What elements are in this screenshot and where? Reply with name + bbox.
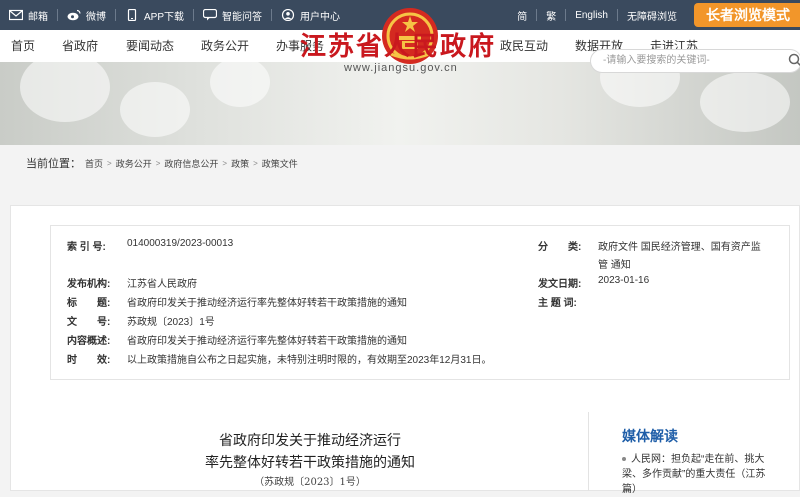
chat-icon: [203, 9, 218, 21]
banner-decoration: [700, 72, 790, 132]
breadcrumb-item-gov-affairs[interactable]: 政务公开: [116, 157, 152, 170]
site-url: www.jiangsu.gov.cn: [344, 62, 458, 74]
media-interpretation-heading: 媒体解读: [622, 428, 678, 444]
article-title: 省政府印发关于推动经济运行 率先整体好转若干政策措施的通知: [165, 430, 455, 474]
validity-value: 以上政策措施自公布之日起实施，未特别注明时限的，有效期至2023年12月31日。: [127, 355, 492, 366]
simplified-chinese-link[interactable]: 简: [508, 0, 536, 30]
media-item[interactable]: 人民网：担负起“走在前、挑大梁、多作贡献”的重大责任（江苏篇）: [622, 452, 772, 497]
accessible-label: 无障碍浏览: [627, 11, 677, 23]
smart-qa-label: 智能问答: [222, 11, 263, 23]
nav-interaction[interactable]: 政民互动: [500, 30, 548, 62]
user-icon: [281, 9, 295, 21]
title-label: 标 题:: [67, 298, 111, 309]
mail-icon: [9, 9, 23, 21]
nav-provincial-gov[interactable]: 省政府: [62, 30, 98, 62]
subject-label: 主 题 词:: [538, 298, 577, 309]
article-title-line2: 率先整体好转若干政策措施的通知: [205, 455, 415, 471]
app-download-link[interactable]: APP下载: [116, 0, 193, 30]
index-value: 014000319/2023-00013: [127, 238, 234, 249]
phone-icon: [127, 9, 137, 21]
breadcrumb-item-policy[interactable]: 政策: [231, 157, 249, 170]
site-title[interactable]: 江苏省人民政府: [300, 26, 496, 63]
weibo-icon: [67, 9, 81, 21]
english-label: English: [575, 9, 608, 21]
date-value: 2023-01-16: [598, 275, 650, 286]
traditional-chinese-link[interactable]: 繁: [537, 0, 565, 30]
smart-qa-link[interactable]: 智能问答: [194, 0, 271, 30]
bullet-icon: [622, 457, 626, 462]
index-label: 索 引 号:: [67, 242, 106, 253]
category-value-line2: 管 通知: [598, 260, 631, 271]
topbar-right: 简 繁 English 无障碍浏览 长者浏览模式: [508, 0, 800, 30]
app-download-label: APP下载: [144, 11, 185, 23]
simplified-label: 简: [517, 11, 528, 23]
breadcrumb: 当前位置： 首页 > 政务公开 > 政府信息公开 > 政策 > 政策文件: [0, 153, 800, 173]
column-divider: [588, 412, 589, 491]
header-banner: [0, 62, 800, 145]
summary-value: 省政府印发关于推动经济运行率先整体好转若干政策措施的通知: [127, 336, 407, 347]
breadcrumb-item-gov-info[interactable]: 政府信息公开: [164, 157, 218, 170]
doc-number-value: 苏政规〔2023〕1号: [127, 317, 215, 328]
nav-home[interactable]: 首页: [11, 30, 35, 62]
document-metadata: 索 引 号: 014000319/2023-00013 分 类: 政府文件 国民…: [50, 225, 790, 380]
breadcrumb-item-home[interactable]: 首页: [85, 157, 103, 170]
media-item-text: 人民网：担负起“走在前、挑大梁、多作贡献”的重大责任（江苏篇）: [622, 454, 766, 495]
traditional-label: 繁: [546, 11, 557, 23]
user-center-label: 用户中心: [300, 11, 341, 23]
article-title-line1: 省政府印发关于推动经济运行: [219, 433, 401, 449]
breadcrumb-item-policy-docs[interactable]: 政策文件: [262, 157, 298, 170]
accessible-browsing-link[interactable]: 无障碍浏览: [618, 0, 686, 30]
mailbox-link[interactable]: 邮箱: [0, 0, 57, 30]
weibo-link[interactable]: 微博: [58, 0, 115, 30]
summary-label: 内容概述:: [67, 336, 111, 347]
elder-mode-label: 长者浏览模式: [706, 7, 790, 23]
breadcrumb-separator-icon: >: [107, 158, 112, 168]
elder-mode-button[interactable]: 长者浏览模式: [694, 3, 800, 27]
category-value-line1: 政府文件 国民经济管理、国有资产监: [598, 242, 761, 253]
breadcrumb-separator-icon: >: [222, 158, 228, 168]
validity-label: 时 效:: [67, 355, 111, 366]
issuer-value: 江苏省人民政府: [127, 279, 197, 290]
date-label: 发文日期:: [538, 279, 582, 290]
banner-decoration: [120, 82, 190, 137]
banner-decoration: [20, 62, 110, 122]
mailbox-label: 邮箱: [28, 11, 48, 23]
breadcrumb-label: 当前位置：: [26, 158, 81, 170]
article-doc-number: （苏政规〔2023〕1号）: [254, 477, 366, 488]
title-value: 省政府印发关于推动经济运行率先整体好转若干政策措施的通知: [127, 298, 407, 309]
search-input[interactable]: -请输入要搜索的关键词-: [590, 49, 800, 73]
nav-news[interactable]: 要闻动态: [126, 30, 174, 62]
category-label: 分 类:: [538, 242, 582, 253]
issuer-label: 发布机构:: [67, 279, 111, 290]
doc-number-label: 文 号:: [67, 317, 111, 328]
breadcrumb-separator-icon: >: [253, 158, 258, 168]
english-link[interactable]: English: [566, 0, 617, 30]
breadcrumb-separator-icon: >: [155, 158, 161, 168]
nav-gov-affairs[interactable]: 政务公开: [201, 30, 249, 62]
weibo-label: 微博: [86, 11, 106, 23]
banner-decoration: [210, 62, 270, 107]
search-icon[interactable]: [788, 53, 800, 67]
